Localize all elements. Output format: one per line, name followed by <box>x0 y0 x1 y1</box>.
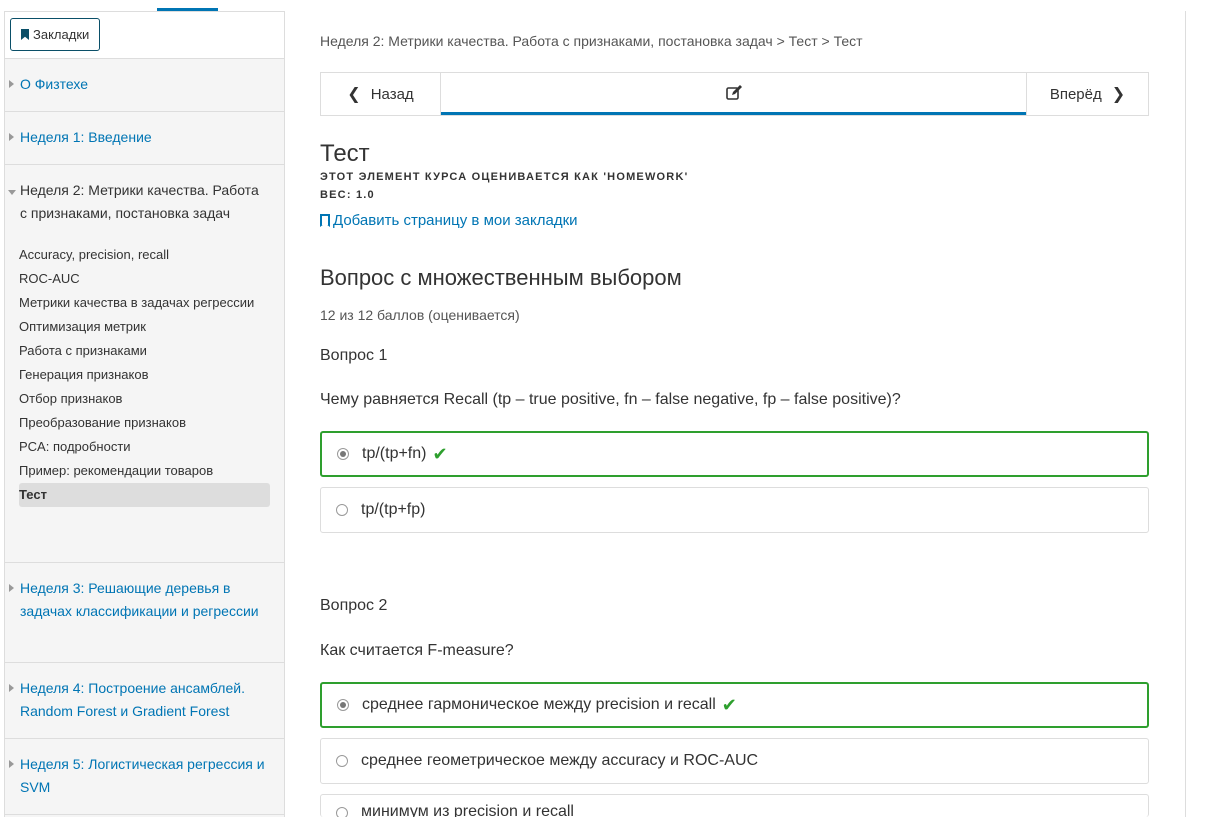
chapter-week3[interactable]: Неделя 3: Решающие деревья в задачах кла… <box>5 563 284 663</box>
sequence-list: Accuracy, precision, recall ROC-AUC Метр… <box>19 243 270 507</box>
question-text: Как считается F-measure? <box>320 642 514 659</box>
answer-option-correct[interactable]: среднее гармоническое между precision и … <box>320 682 1149 728</box>
problem-score: 12 из 12 баллов (оценивается) <box>320 307 520 323</box>
radio-button[interactable] <box>336 807 348 817</box>
problem-title: Вопрос с множественным выбором <box>320 265 682 290</box>
sequence-item[interactable]: Работа с признаками <box>19 339 270 363</box>
answer-option[interactable]: минимум из precision и recall <box>320 794 1149 817</box>
breadcrumb: Неделя 2: Метрики качества. Работа с при… <box>320 33 863 49</box>
chevron-right-icon <box>9 80 14 88</box>
radio-button[interactable] <box>336 755 348 767</box>
chevron-left-icon: ❮ <box>347 86 361 103</box>
checkmark-icon: ✔ <box>432 443 448 464</box>
chapter-week1[interactable]: Неделя 1: Введение <box>5 112 284 165</box>
bookmarks-label: Закладки <box>33 27 90 42</box>
chevron-right-icon <box>9 584 14 592</box>
bookmark-icon <box>21 29 29 40</box>
add-bookmark-button[interactable]: Добавить страницу в мои закладки <box>320 212 578 229</box>
weight-label: ВЕС: 1.0 <box>320 189 375 201</box>
chevron-right-icon <box>9 760 14 768</box>
radio-button[interactable] <box>336 504 348 516</box>
chapter-title: О Физтехе <box>20 76 89 92</box>
chevron-right-icon <box>9 133 14 141</box>
option-label: среднее гармоническое между precision и … <box>362 696 716 713</box>
chapter-about[interactable]: О Физтехе <box>5 59 284 112</box>
chapter-week4[interactable]: Неделя 4: Построение ансамблей. Random F… <box>5 663 284 739</box>
answer-option-correct[interactable]: tp/(tp+fn) ✔ <box>320 431 1149 477</box>
chapter-title: Неделя 4: Построение ансамблей. Random F… <box>20 680 245 719</box>
sequence-navigation: ❮ Назад Вперёд ❯ <box>320 72 1149 116</box>
chapter-title: Неделя 2: Метрики качества. Работа с при… <box>20 182 259 221</box>
sequence-item[interactable]: Метрики качества в задачах регрессии <box>19 291 270 315</box>
sequence-item[interactable]: Преобразование признаков <box>19 411 270 435</box>
sequence-item[interactable]: Пример: рекомендации товаров <box>19 459 270 483</box>
checkmark-icon: ✔ <box>721 694 737 715</box>
radio-button-checked[interactable] <box>337 699 349 711</box>
sequence-item[interactable]: Оптимизация метрик <box>19 315 270 339</box>
chevron-right-icon <box>9 684 14 692</box>
option-label: среднее геометрическое между accuracy и … <box>361 752 759 769</box>
bookmarks-bar: Закладки <box>5 12 284 59</box>
chevron-right-icon: ❯ <box>1111 86 1126 103</box>
answer-option[interactable]: tp/(tp+fp) <box>320 487 1149 533</box>
previous-label: Назад <box>370 85 414 103</box>
previous-button[interactable]: ❮ Назад <box>321 73 441 115</box>
chapter-title: Неделя 5: Логистическая регрессия и SVM <box>20 756 265 795</box>
add-bookmark-label: Добавить страницу в мои закладки <box>333 212 578 229</box>
next-label: Вперёд <box>1049 85 1102 103</box>
chapter-title: Неделя 3: Решающие деревья в задачах кла… <box>20 580 259 619</box>
sequence-item[interactable]: Генерация признаков <box>19 363 270 387</box>
bookmarks-button[interactable]: Закладки <box>10 18 101 51</box>
answer-option[interactable]: среднее геометрическое между accuracy и … <box>320 738 1149 784</box>
sequence-item[interactable]: Accuracy, precision, recall <box>19 243 270 267</box>
unit-title: Тест <box>320 140 370 167</box>
edit-icon <box>725 84 742 100</box>
question-text: Чему равняется Recall (tp – true positiv… <box>320 391 901 408</box>
chapter-title: Неделя 1: Введение <box>20 129 152 145</box>
graded-as-label: ЭТОТ ЭЛЕМЕНТ КУРСА ОЦЕНИВАЕТСЯ КАК 'HOME… <box>320 171 689 183</box>
radio-button-checked[interactable] <box>337 448 349 460</box>
sequence-tab-current[interactable] <box>441 73 1026 115</box>
course-outline-sidebar: Закладки О Физтехе Неделя 1: Введение Не… <box>4 11 285 817</box>
bookmark-outline-icon <box>320 214 330 227</box>
question-label: Вопрос 2 <box>320 597 388 614</box>
chapter-week2[interactable]: Неделя 2: Метрики качества. Работа с при… <box>5 165 284 563</box>
sequence-item[interactable]: Отбор признаков <box>19 387 270 411</box>
sequence-item[interactable]: ROC-AUC <box>19 267 270 291</box>
option-label: tp/(tp+fp) <box>361 501 426 518</box>
sequence-item[interactable]: PCA: подробности <box>19 435 270 459</box>
option-label: tp/(tp+fn) <box>362 445 427 462</box>
sequence-item-active[interactable]: Тест <box>19 483 270 507</box>
chevron-down-icon <box>8 190 16 195</box>
next-button[interactable]: Вперёд ❯ <box>1026 73 1148 115</box>
chapter-week5[interactable]: Неделя 5: Логистическая регрессия и SVM <box>5 739 284 815</box>
question-label: Вопрос 1 <box>320 347 388 364</box>
option-label: минимум из precision и recall <box>361 803 574 817</box>
